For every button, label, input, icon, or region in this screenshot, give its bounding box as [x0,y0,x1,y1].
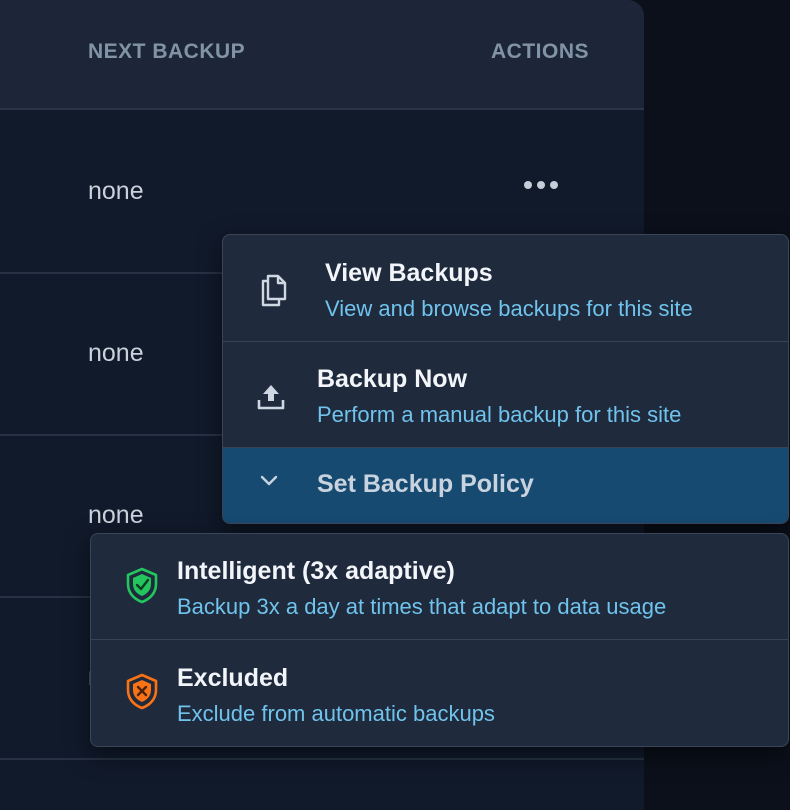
table-cell-next-backup: none [88,501,144,529]
column-header-actions: ACTIONS [491,40,589,63]
menu-item-view-backups[interactable]: View Backups View and browse backups for… [223,235,788,342]
row-divider [0,758,644,760]
menu-item-backup-now[interactable]: Backup Now Perform a manual backup for t… [223,342,788,448]
menu-item-title: View Backups [325,259,493,287]
table-header: NEXT BACKUP ACTIONS [0,0,644,110]
policy-option-subtitle: Backup 3x a day at times that adapt to d… [177,594,667,619]
backup-policy-submenu: Intelligent (3x adaptive) Backup 3x a da… [90,533,789,747]
row-actions-menu: View Backups View and browse backups for… [222,234,789,524]
policy-option-subtitle: Exclude from automatic backups [177,701,495,726]
policy-option-excluded[interactable]: Excluded Exclude from automatic backups [91,640,788,746]
chevron-down-icon [260,475,278,486]
menu-item-title: Set Backup Policy [317,470,534,498]
policy-option-intelligent[interactable]: Intelligent (3x adaptive) Backup 3x a da… [91,534,788,640]
more-dot-icon [537,181,545,189]
row-actions-button[interactable] [524,181,558,189]
more-dot-icon [524,181,532,189]
policy-option-title: Excluded [177,664,289,692]
menu-item-subtitle: Perform a manual backup for this site [317,402,682,427]
shield-x-icon [126,673,158,710]
menu-item-title: Backup Now [317,365,468,393]
upload-icon [257,385,285,410]
policy-option-title: Intelligent (3x adaptive) [177,557,455,585]
table-cell-next-backup: none [88,177,144,205]
table-cell-next-backup: none [88,339,144,367]
documents-icon [261,274,287,307]
more-dot-icon [550,181,558,189]
menu-item-set-backup-policy[interactable]: Set Backup Policy [223,448,788,523]
column-header-next-backup[interactable]: NEXT BACKUP [88,40,245,64]
shield-check-icon [126,567,158,604]
menu-item-subtitle: View and browse backups for this site [325,296,693,321]
